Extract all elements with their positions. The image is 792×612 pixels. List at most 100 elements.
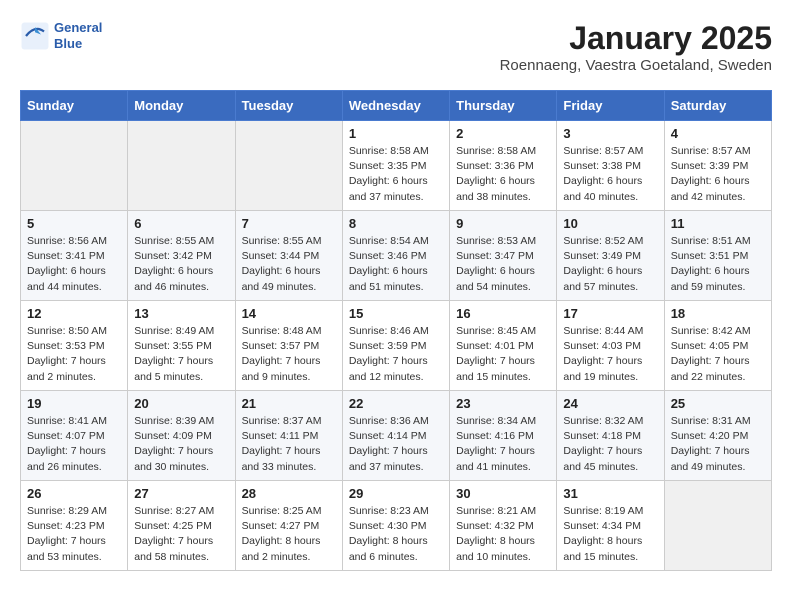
day-info: Sunrise: 8:58 AM Sunset: 3:35 PM Dayligh… — [349, 144, 443, 205]
calendar-cell: 24 Sunrise: 8:32 AM Sunset: 4:18 PM Dayli… — [557, 391, 664, 481]
logo-icon — [20, 21, 50, 51]
calendar-cell — [235, 121, 342, 211]
calendar-cell: 8Sunrise: 8:54 AM Sunset: 3:46 PM Daylig… — [342, 211, 449, 301]
calendar-cell: 2 Sunrise: 8:58 AM Sunset: 3:36 PM Daylig… — [450, 121, 557, 211]
day-number: 21 — [242, 396, 336, 411]
calendar-cell: 10 Sunrise: 8:52 AM Sunset: 3:49 PM Dayli… — [557, 211, 664, 301]
day-info: Sunrise: 8:42 AM Sunset: 4:05 PM Dayligh… — [671, 324, 765, 385]
day-info: Sunrise: 8:52 AM Sunset: 3:49 PM Dayligh… — [563, 234, 657, 295]
day-number: 29 — [349, 486, 443, 501]
title-section: January 2025 Roennaeng, Vaestra Goetalan… — [500, 20, 772, 74]
day-info: Sunrise: 8:57 AM Sunset: 3:38 PM Dayligh… — [563, 144, 657, 205]
day-info: Sunrise: 8:44 AM Sunset: 4:03 PM Dayligh… — [563, 324, 657, 385]
day-number: 3 — [563, 126, 657, 141]
day-number: 13 — [134, 306, 228, 321]
calendar-table: SundayMondayTuesdayWednesdayThursdayFrid… — [20, 90, 772, 571]
calendar-cell: 9Sunrise: 8:53 AM Sunset: 3:47 PM Daylig… — [450, 211, 557, 301]
day-number: 16 — [456, 306, 550, 321]
day-number: 24 — [563, 396, 657, 411]
calendar-week-row: 1 Sunrise: 8:58 AM Sunset: 3:35 PM Daylig… — [21, 121, 772, 211]
weekday-header-row: SundayMondayTuesdayWednesdayThursdayFrid… — [21, 91, 772, 121]
day-number: 25 — [671, 396, 765, 411]
day-info: Sunrise: 8:36 AM Sunset: 4:14 PM Dayligh… — [349, 414, 443, 475]
calendar-cell: 31Sunrise: 8:19 AM Sunset: 4:34 PM Dayli… — [557, 481, 664, 571]
day-number: 20 — [134, 396, 228, 411]
calendar-cell: 26Sunrise: 8:29 AM Sunset: 4:23 PM Dayli… — [21, 481, 128, 571]
day-info: Sunrise: 8:21 AM Sunset: 4:32 PM Dayligh… — [456, 504, 550, 565]
day-info: Sunrise: 8:27 AM Sunset: 4:25 PM Dayligh… — [134, 504, 228, 565]
day-info: Sunrise: 8:53 AM Sunset: 3:47 PM Dayligh… — [456, 234, 550, 295]
calendar-cell: 7Sunrise: 8:55 AM Sunset: 3:44 PM Daylig… — [235, 211, 342, 301]
weekday-header: Saturday — [664, 91, 771, 121]
day-number: 4 — [671, 126, 765, 141]
calendar-cell — [128, 121, 235, 211]
calendar-cell: 19 Sunrise: 8:41 AM Sunset: 4:07 PM Dayli… — [21, 391, 128, 481]
day-info: Sunrise: 8:23 AM Sunset: 4:30 PM Dayligh… — [349, 504, 443, 565]
calendar-week-row: 12Sunrise: 8:50 AM Sunset: 3:53 PM Dayli… — [21, 301, 772, 391]
calendar-week-row: 19 Sunrise: 8:41 AM Sunset: 4:07 PM Dayli… — [21, 391, 772, 481]
header: General Blue January 2025 Roennaeng, Vae… — [20, 20, 772, 74]
day-info: Sunrise: 8:49 AM Sunset: 3:55 PM Dayligh… — [134, 324, 228, 385]
day-info: Sunrise: 8:25 AM Sunset: 4:27 PM Dayligh… — [242, 504, 336, 565]
calendar-cell: 4Sunrise: 8:57 AM Sunset: 3:39 PM Daylig… — [664, 121, 771, 211]
day-info: Sunrise: 8:55 AM Sunset: 3:42 PM Dayligh… — [134, 234, 228, 295]
calendar-cell: 16 Sunrise: 8:45 AM Sunset: 4:01 PM Dayli… — [450, 301, 557, 391]
calendar-cell: 29 Sunrise: 8:23 AM Sunset: 4:30 PM Dayli… — [342, 481, 449, 571]
calendar-cell: 17 Sunrise: 8:44 AM Sunset: 4:03 PM Dayli… — [557, 301, 664, 391]
day-number: 28 — [242, 486, 336, 501]
calendar-cell: 11 Sunrise: 8:51 AM Sunset: 3:51 PM Dayli… — [664, 211, 771, 301]
calendar-cell: 21 Sunrise: 8:37 AM Sunset: 4:11 PM Dayli… — [235, 391, 342, 481]
calendar-cell: 6Sunrise: 8:55 AM Sunset: 3:42 PM Daylig… — [128, 211, 235, 301]
day-info: Sunrise: 8:50 AM Sunset: 3:53 PM Dayligh… — [27, 324, 121, 385]
calendar-cell: 20 Sunrise: 8:39 AM Sunset: 4:09 PM Dayli… — [128, 391, 235, 481]
day-number: 11 — [671, 216, 765, 231]
day-info: Sunrise: 8:48 AM Sunset: 3:57 PM Dayligh… — [242, 324, 336, 385]
day-number: 31 — [563, 486, 657, 501]
day-info: Sunrise: 8:31 AM Sunset: 4:20 PM Dayligh… — [671, 414, 765, 475]
day-info: Sunrise: 8:51 AM Sunset: 3:51 PM Dayligh… — [671, 234, 765, 295]
day-info: Sunrise: 8:34 AM Sunset: 4:16 PM Dayligh… — [456, 414, 550, 475]
day-number: 19 — [27, 396, 121, 411]
calendar-cell: 27Sunrise: 8:27 AM Sunset: 4:25 PM Dayli… — [128, 481, 235, 571]
day-number: 5 — [27, 216, 121, 231]
day-info: Sunrise: 8:37 AM Sunset: 4:11 PM Dayligh… — [242, 414, 336, 475]
day-number: 17 — [563, 306, 657, 321]
calendar-cell: 14 Sunrise: 8:48 AM Sunset: 3:57 PM Dayli… — [235, 301, 342, 391]
weekday-header: Thursday — [450, 91, 557, 121]
calendar-cell: 15 Sunrise: 8:46 AM Sunset: 3:59 PM Dayli… — [342, 301, 449, 391]
day-info: Sunrise: 8:56 AM Sunset: 3:41 PM Dayligh… — [27, 234, 121, 295]
weekday-header: Monday — [128, 91, 235, 121]
weekday-header: Friday — [557, 91, 664, 121]
weekday-header: Sunday — [21, 91, 128, 121]
day-number: 10 — [563, 216, 657, 231]
day-number: 30 — [456, 486, 550, 501]
calendar-cell — [21, 121, 128, 211]
day-info: Sunrise: 8:41 AM Sunset: 4:07 PM Dayligh… — [27, 414, 121, 475]
calendar-cell: 12Sunrise: 8:50 AM Sunset: 3:53 PM Dayli… — [21, 301, 128, 391]
day-number: 7 — [242, 216, 336, 231]
day-number: 1 — [349, 126, 443, 141]
day-info: Sunrise: 8:45 AM Sunset: 4:01 PM Dayligh… — [456, 324, 550, 385]
day-info: Sunrise: 8:46 AM Sunset: 3:59 PM Dayligh… — [349, 324, 443, 385]
day-info: Sunrise: 8:29 AM Sunset: 4:23 PM Dayligh… — [27, 504, 121, 565]
weekday-header: Tuesday — [235, 91, 342, 121]
calendar-cell — [664, 481, 771, 571]
day-number: 2 — [456, 126, 550, 141]
day-info: Sunrise: 8:32 AM Sunset: 4:18 PM Dayligh… — [563, 414, 657, 475]
calendar-title: January 2025 — [500, 20, 772, 57]
day-info: Sunrise: 8:58 AM Sunset: 3:36 PM Dayligh… — [456, 144, 550, 205]
calendar-cell: 25 Sunrise: 8:31 AM Sunset: 4:20 PM Dayli… — [664, 391, 771, 481]
day-number: 22 — [349, 396, 443, 411]
day-info: Sunrise: 8:54 AM Sunset: 3:46 PM Dayligh… — [349, 234, 443, 295]
calendar-cell: 18Sunrise: 8:42 AM Sunset: 4:05 PM Dayli… — [664, 301, 771, 391]
day-info: Sunrise: 8:39 AM Sunset: 4:09 PM Dayligh… — [134, 414, 228, 475]
calendar-week-row: 26Sunrise: 8:29 AM Sunset: 4:23 PM Dayli… — [21, 481, 772, 571]
calendar-subtitle: Roennaeng, Vaestra Goetaland, Sweden — [500, 57, 772, 74]
calendar-cell: 28 Sunrise: 8:25 AM Sunset: 4:27 PM Dayli… — [235, 481, 342, 571]
logo-text: General Blue — [54, 20, 102, 51]
day-number: 14 — [242, 306, 336, 321]
day-number: 15 — [349, 306, 443, 321]
calendar-cell: 1 Sunrise: 8:58 AM Sunset: 3:35 PM Daylig… — [342, 121, 449, 211]
weekday-header: Wednesday — [342, 91, 449, 121]
logo: General Blue — [20, 20, 102, 51]
